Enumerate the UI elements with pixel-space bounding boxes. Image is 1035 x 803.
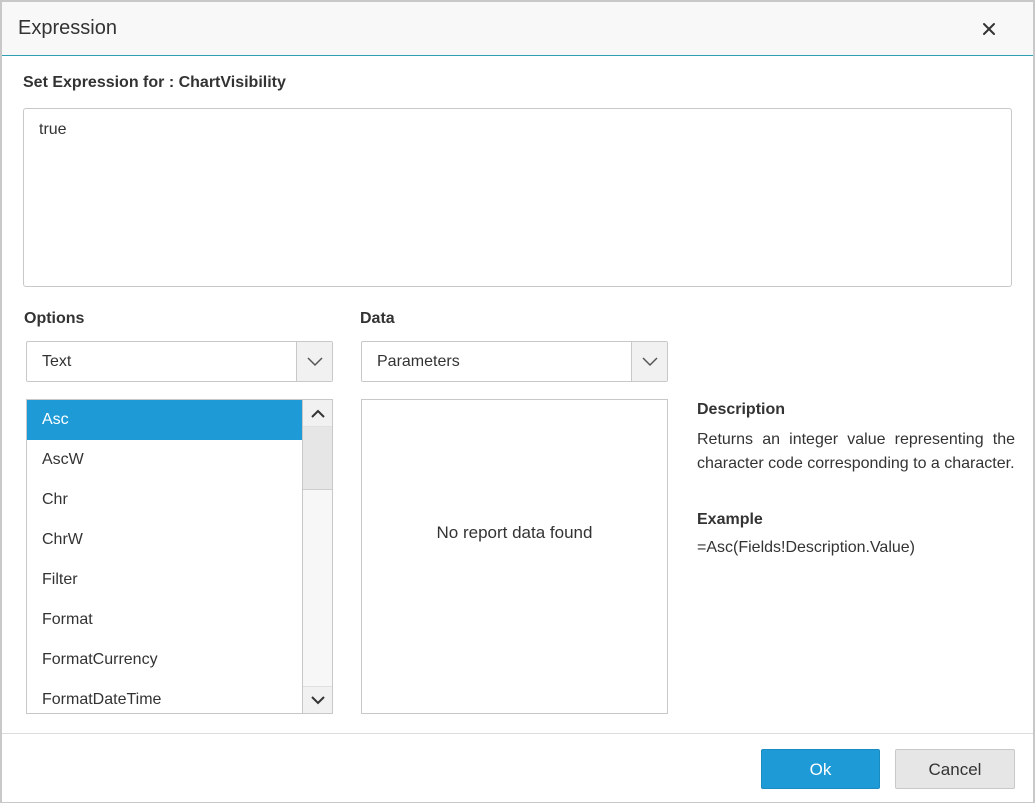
chevron-down-icon — [306, 356, 323, 366]
options-dropdown[interactable]: Text — [26, 341, 333, 382]
scroll-up-button[interactable] — [303, 400, 332, 427]
dialog-title: Expression — [18, 17, 117, 39]
data-label: Data — [360, 310, 395, 327]
scroll-down-button[interactable] — [303, 686, 332, 713]
cancel-button[interactable]: Cancel — [895, 749, 1015, 789]
data-dropdown[interactable]: Parameters — [361, 341, 668, 382]
data-selected-value: Parameters — [377, 353, 460, 370]
function-list-item[interactable]: AscW — [27, 440, 303, 480]
chevron-down-icon — [641, 356, 658, 366]
no-data-message: No report data found — [436, 523, 593, 542]
options-selected-value: Text — [42, 353, 72, 370]
close-button[interactable] — [978, 18, 1000, 40]
function-list-item[interactable]: Filter — [27, 560, 303, 600]
expression-input[interactable]: true — [23, 108, 1012, 287]
function-list-items: Asc AscW Chr ChrW Filter Format FormatCurrency… — [27, 400, 303, 713]
description-heading: Description — [697, 401, 786, 418]
function-list-item[interactable]: Asc — [27, 400, 303, 440]
description-text: Returns an integer value representing th… — [697, 431, 1015, 472]
options-dropdown-toggle[interactable] — [296, 342, 332, 381]
function-list-scrollbar[interactable] — [302, 400, 332, 713]
function-list-item[interactable]: FormatCurrency — [27, 640, 303, 680]
data-dropdown-toggle[interactable] — [631, 342, 667, 381]
chevron-down-icon — [310, 695, 325, 704]
function-list[interactable]: Asc AscW Chr ChrW Filter Format FormatCurrency… — [26, 399, 333, 714]
function-list-item[interactable]: Chr — [27, 480, 303, 520]
example-heading: Example — [697, 511, 763, 528]
expression-label: Set Expression for : ChartVisibility — [23, 74, 286, 91]
dialog-header: Expression — [2, 2, 1033, 56]
options-label: Options — [24, 310, 85, 327]
data-panel: No report data found — [361, 399, 668, 714]
function-list-item[interactable]: FormatDateTime — [27, 680, 303, 713]
close-icon — [983, 23, 995, 35]
dialog-footer: Ok Cancel — [2, 733, 1033, 802]
chevron-up-icon — [310, 409, 325, 418]
function-list-item[interactable]: Format — [27, 600, 303, 640]
ok-button[interactable]: Ok — [761, 749, 880, 789]
example-text: =Asc(Fields!Description.Value) — [697, 539, 916, 556]
function-list-item[interactable]: ChrW — [27, 520, 303, 560]
scroll-thumb[interactable] — [303, 427, 332, 490]
expression-dialog: Expression Set Expression for : ChartVis… — [0, 0, 1035, 803]
